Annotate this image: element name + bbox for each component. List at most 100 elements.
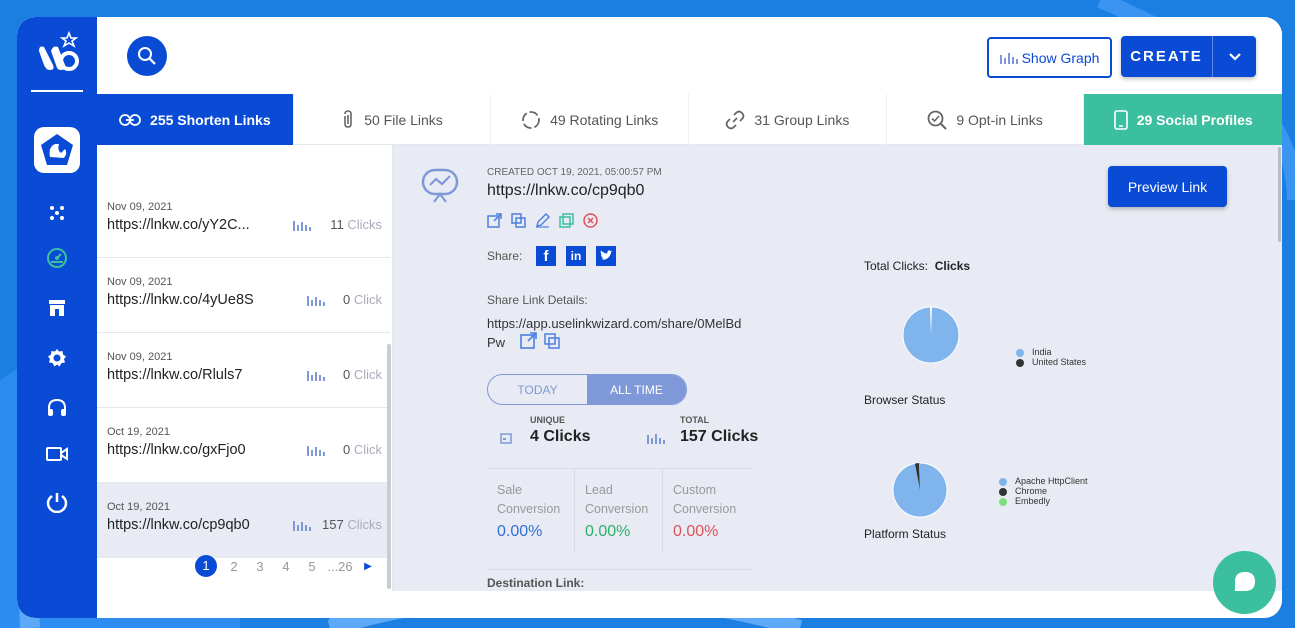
legend-label: Apache HttpClient (1015, 476, 1088, 486)
list-item[interactable]: Oct 19, 2021 https://lnkw.co/gxFjo0 0 Cl… (97, 408, 390, 483)
click-count-unit: Clicks (347, 217, 382, 232)
main-area: Show Graph CREATE 255 Shorten Links 50 F… (97, 17, 1282, 618)
short-url[interactable]: https://lnkw.co/cp9qb0 (487, 182, 644, 200)
legend-label: Embedly (1015, 496, 1051, 506)
click-count-unit: Click (353, 292, 382, 307)
facebook-icon[interactable]: f (536, 246, 556, 266)
workspace-avatar[interactable] (34, 127, 80, 173)
list-item[interactable]: Nov 09, 2021 https://lnkw.co/yY2C... 11 … (97, 183, 390, 258)
bar-chart-icon (307, 371, 325, 381)
search-button[interactable] (127, 36, 167, 76)
total-clicks-label: Total Clicks: (864, 259, 929, 273)
dashboard-icon[interactable] (45, 246, 69, 270)
tab-social-profiles[interactable]: 29 Social Profiles (1084, 94, 1282, 145)
search-check-icon (927, 110, 948, 130)
link-url: https://lnkw.co/Rluls7 (107, 367, 243, 383)
tab-group-links[interactable]: 31 Group Links (689, 94, 887, 145)
click-count: 0 Click (343, 367, 382, 382)
delete-icon[interactable] (583, 213, 598, 228)
bar-chart-icon (307, 296, 325, 306)
toggle-all-time[interactable]: ALL TIME (587, 375, 686, 404)
chat-button[interactable] (1213, 551, 1276, 614)
settings-icon[interactable] (45, 346, 69, 370)
sidebar (17, 17, 97, 618)
external-link-icon[interactable] (520, 332, 537, 349)
chevron-down-icon (1228, 52, 1241, 61)
link-date: Nov 09, 2021 (107, 201, 173, 213)
destination-label: Destination Link: (487, 576, 585, 590)
video-icon[interactable] (45, 442, 69, 466)
rotate-icon (522, 110, 540, 129)
headset-icon[interactable] (45, 396, 69, 420)
twitter-icon[interactable] (596, 246, 616, 266)
platform-status-title: Platform Status (864, 527, 947, 541)
tab-file-links[interactable]: 50 File Links (294, 94, 492, 145)
list-item-selected[interactable]: Oct 19, 2021 https://lnkw.co/cp9qb0 157 … (97, 483, 390, 558)
store-icon[interactable] (45, 296, 69, 320)
app-logo[interactable] (35, 30, 81, 77)
page-current[interactable]: 1 (195, 555, 217, 577)
bar-chart-icon (293, 521, 311, 531)
next-page-icon[interactable]: ▶ (355, 561, 381, 572)
chain-icon (725, 110, 745, 129)
conversion-label: Conversion (497, 502, 561, 516)
bar-chart-icon (293, 221, 311, 231)
pagination: 1 2 3 4 5 ...26 ▶ (195, 555, 381, 577)
preview-link-button[interactable]: Preview Link (1108, 166, 1227, 207)
share-link[interactable]: https://app.uselinkwizard.com/share/0Mel… (487, 316, 741, 331)
dots-icon[interactable] (45, 201, 69, 225)
duplicate-icon[interactable] (559, 213, 574, 228)
linkedin-icon[interactable]: in (566, 246, 586, 266)
tab-rotating-links[interactable]: 49 Rotating Links (491, 94, 690, 145)
page-link[interactable]: ...26 (325, 559, 355, 574)
create-button[interactable]: CREATE (1121, 36, 1256, 77)
tab-label: 255 Shorten Links (150, 111, 271, 128)
tab-shorten-links[interactable]: 255 Shorten Links (97, 94, 294, 145)
page-link[interactable]: 4 (273, 559, 299, 574)
click-count-value: 0 (342, 442, 351, 457)
legend-item: United States (1016, 357, 1086, 367)
list-item[interactable]: Nov 09, 2021 https://lnkw.co/Rluls7 0 Cl… (97, 333, 390, 408)
list-item[interactable]: Nov 09, 2021 https://lnkw.co/4yUe8S 0 Cl… (97, 258, 390, 333)
sale-conversion: Sale Conversion 0.00% (487, 469, 575, 553)
show-graph-button[interactable]: Show Graph (987, 37, 1112, 78)
page-link[interactable]: 2 (221, 559, 247, 574)
share-details-label: Share Link Details: (487, 293, 588, 307)
lead-conversion: Lead Conversion 0.00% (575, 469, 663, 553)
click-count-value: 11 (330, 217, 344, 232)
legend-item: Embedly (999, 496, 1088, 506)
logo-divider (31, 90, 83, 92)
legend-swatch (999, 497, 1007, 506)
detail-scrollbar[interactable] (1278, 147, 1281, 242)
conversion-label: Lead (585, 483, 613, 497)
paperclip-icon (344, 109, 353, 128)
page-link[interactable]: 3 (247, 559, 273, 574)
browser-status-title: Browser Status (864, 393, 946, 407)
conversion-value: 0.00% (673, 523, 719, 540)
power-icon[interactable] (45, 490, 69, 514)
legend-item: Chrome (999, 486, 1088, 496)
link-date: Oct 19, 2021 (107, 426, 170, 438)
toggle-today[interactable]: TODAY (488, 375, 587, 404)
custom-conversion: Custom Conversion 0.00% (663, 469, 751, 553)
create-dropdown-toggle[interactable] (1213, 52, 1256, 62)
copy-icon[interactable] (544, 333, 560, 349)
link-url: https://lnkw.co/4yUe8S (107, 292, 254, 308)
tab-optin-links[interactable]: 9 Opt-in Links (887, 94, 1085, 145)
browser-legend: Apache HttpClient Chrome Embedly (999, 476, 1088, 506)
legend-swatch (999, 477, 1007, 486)
list-scrollbar[interactable] (387, 344, 391, 589)
created-timestamp: CREATED OCT 19, 2021, 05:00:57 PM (487, 167, 662, 178)
conversion-value: 0.00% (585, 523, 631, 540)
page-link[interactable]: 5 (299, 559, 325, 574)
external-link-icon[interactable] (487, 213, 502, 228)
share-link-continued[interactable]: Pw (487, 335, 505, 350)
copy-icon[interactable] (511, 213, 526, 228)
create-label: CREATE (1121, 36, 1213, 77)
search-icon (138, 47, 156, 65)
top-bar: Show Graph CREATE (97, 17, 1282, 94)
edit-icon[interactable] (535, 213, 550, 228)
time-range-toggle: TODAY ALL TIME (487, 374, 687, 405)
tab-label: 29 Social Profiles (1136, 111, 1253, 128)
link-detail-panel: CREATED OCT 19, 2021, 05:00:57 PM https:… (393, 145, 1282, 591)
